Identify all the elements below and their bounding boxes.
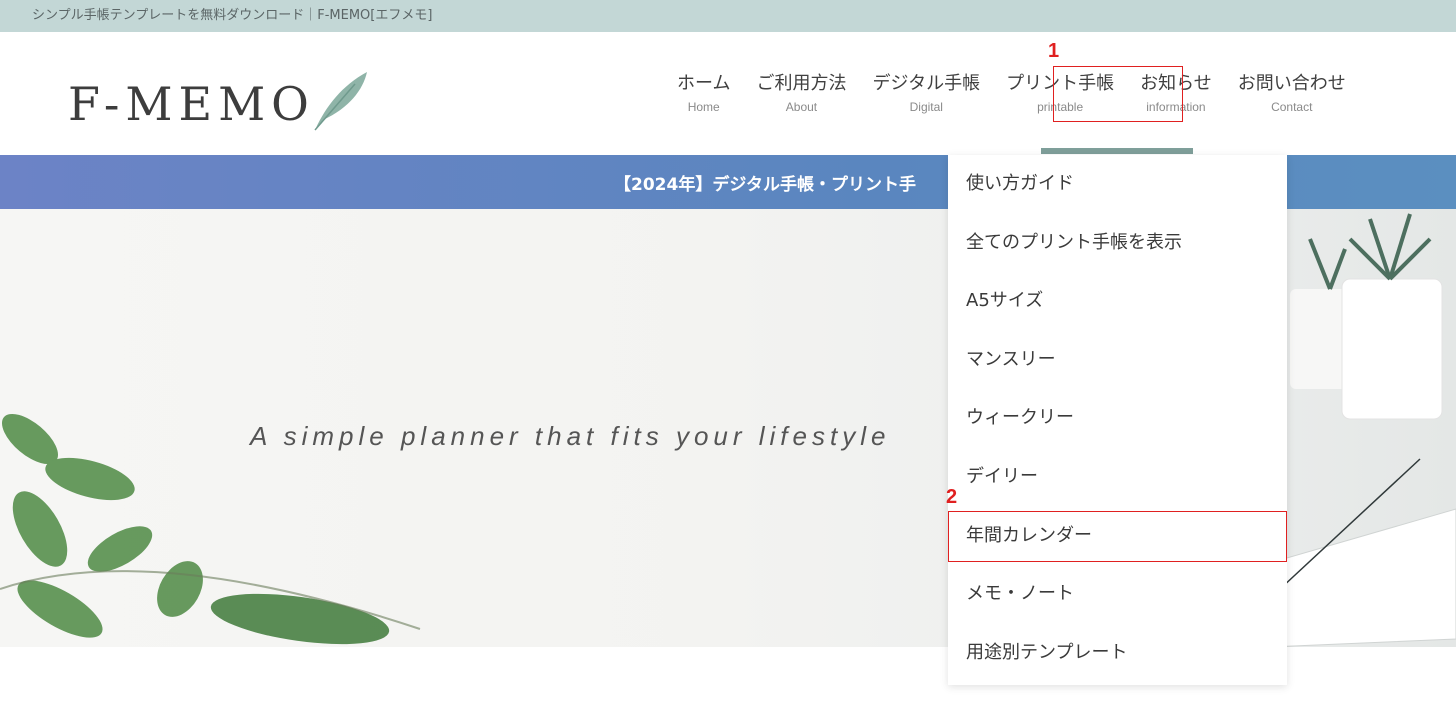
annotation-marker-1: 1	[1048, 40, 1060, 62]
menu-item-templates[interactable]: 用途別テンプレート	[948, 624, 1287, 683]
menu-item-a5[interactable]: A5サイズ	[948, 272, 1287, 331]
nav-item-digital[interactable]: デジタル手帳 Digital	[859, 70, 993, 130]
menu-item-all-printables[interactable]: 全てのプリント手帳を表示	[948, 214, 1287, 273]
nav-label: お問い合わせ	[1237, 73, 1346, 94]
highlight-box-yearly-calendar	[948, 511, 1287, 562]
nav-sublabel: Digital	[909, 100, 943, 114]
menu-item-memo-note[interactable]: メモ・ノート	[948, 565, 1287, 624]
feather-icon	[314, 72, 367, 131]
printable-dropdown-menu: 使い方ガイド 全てのプリント手帳を表示 A5サイズ マンスリー ウィークリー デ…	[948, 155, 1287, 685]
page: シンプル手帳テンプレートを無料ダウンロード｜F-MEMO[エフメモ] F-MEM…	[0, 0, 1456, 704]
annotation-marker-2: 2	[946, 486, 958, 508]
nav-label: ホーム	[677, 73, 731, 94]
nav-item-contact[interactable]: お問い合わせ Contact	[1225, 70, 1359, 130]
logo-text: F-MEMO	[68, 77, 315, 131]
menu-item-daily[interactable]: デイリー	[948, 448, 1287, 507]
nav-active-indicator	[1041, 148, 1193, 154]
site-header: F-MEMO ホーム Home ご利用方法 About デジタル手帳 Digit…	[0, 32, 1456, 156]
site-logo[interactable]: F-MEMO	[68, 72, 371, 134]
site-tagline-bar: シンプル手帳テンプレートを無料ダウンロード｜F-MEMO[エフメモ]	[0, 0, 1456, 32]
banner-text: 【2024年】デジタル手帳・プリント手	[614, 175, 916, 195]
hero-tagline: A simple planner that fits your lifestyl…	[250, 421, 891, 451]
nav-sublabel: About	[785, 100, 818, 114]
menu-item-monthly[interactable]: マンスリー	[948, 331, 1287, 390]
nav-item-home[interactable]: ホーム Home	[664, 70, 743, 130]
nav-label: デジタル手帳	[872, 73, 981, 94]
nav-item-about[interactable]: ご利用方法 About	[743, 70, 859, 130]
nav-label: ご利用方法	[756, 73, 847, 94]
menu-item-weekly[interactable]: ウィークリー	[948, 389, 1287, 448]
site-tagline: シンプル手帳テンプレートを無料ダウンロード｜F-MEMO[エフメモ]	[32, 8, 433, 23]
main-nav: ホーム Home ご利用方法 About デジタル手帳 Digital プリント…	[664, 70, 1359, 130]
menu-item-guide[interactable]: 使い方ガイド	[948, 155, 1287, 214]
nav-sublabel: Contact	[1271, 100, 1313, 114]
highlight-box-printable	[1053, 66, 1183, 122]
nav-sublabel: Home	[687, 100, 720, 114]
